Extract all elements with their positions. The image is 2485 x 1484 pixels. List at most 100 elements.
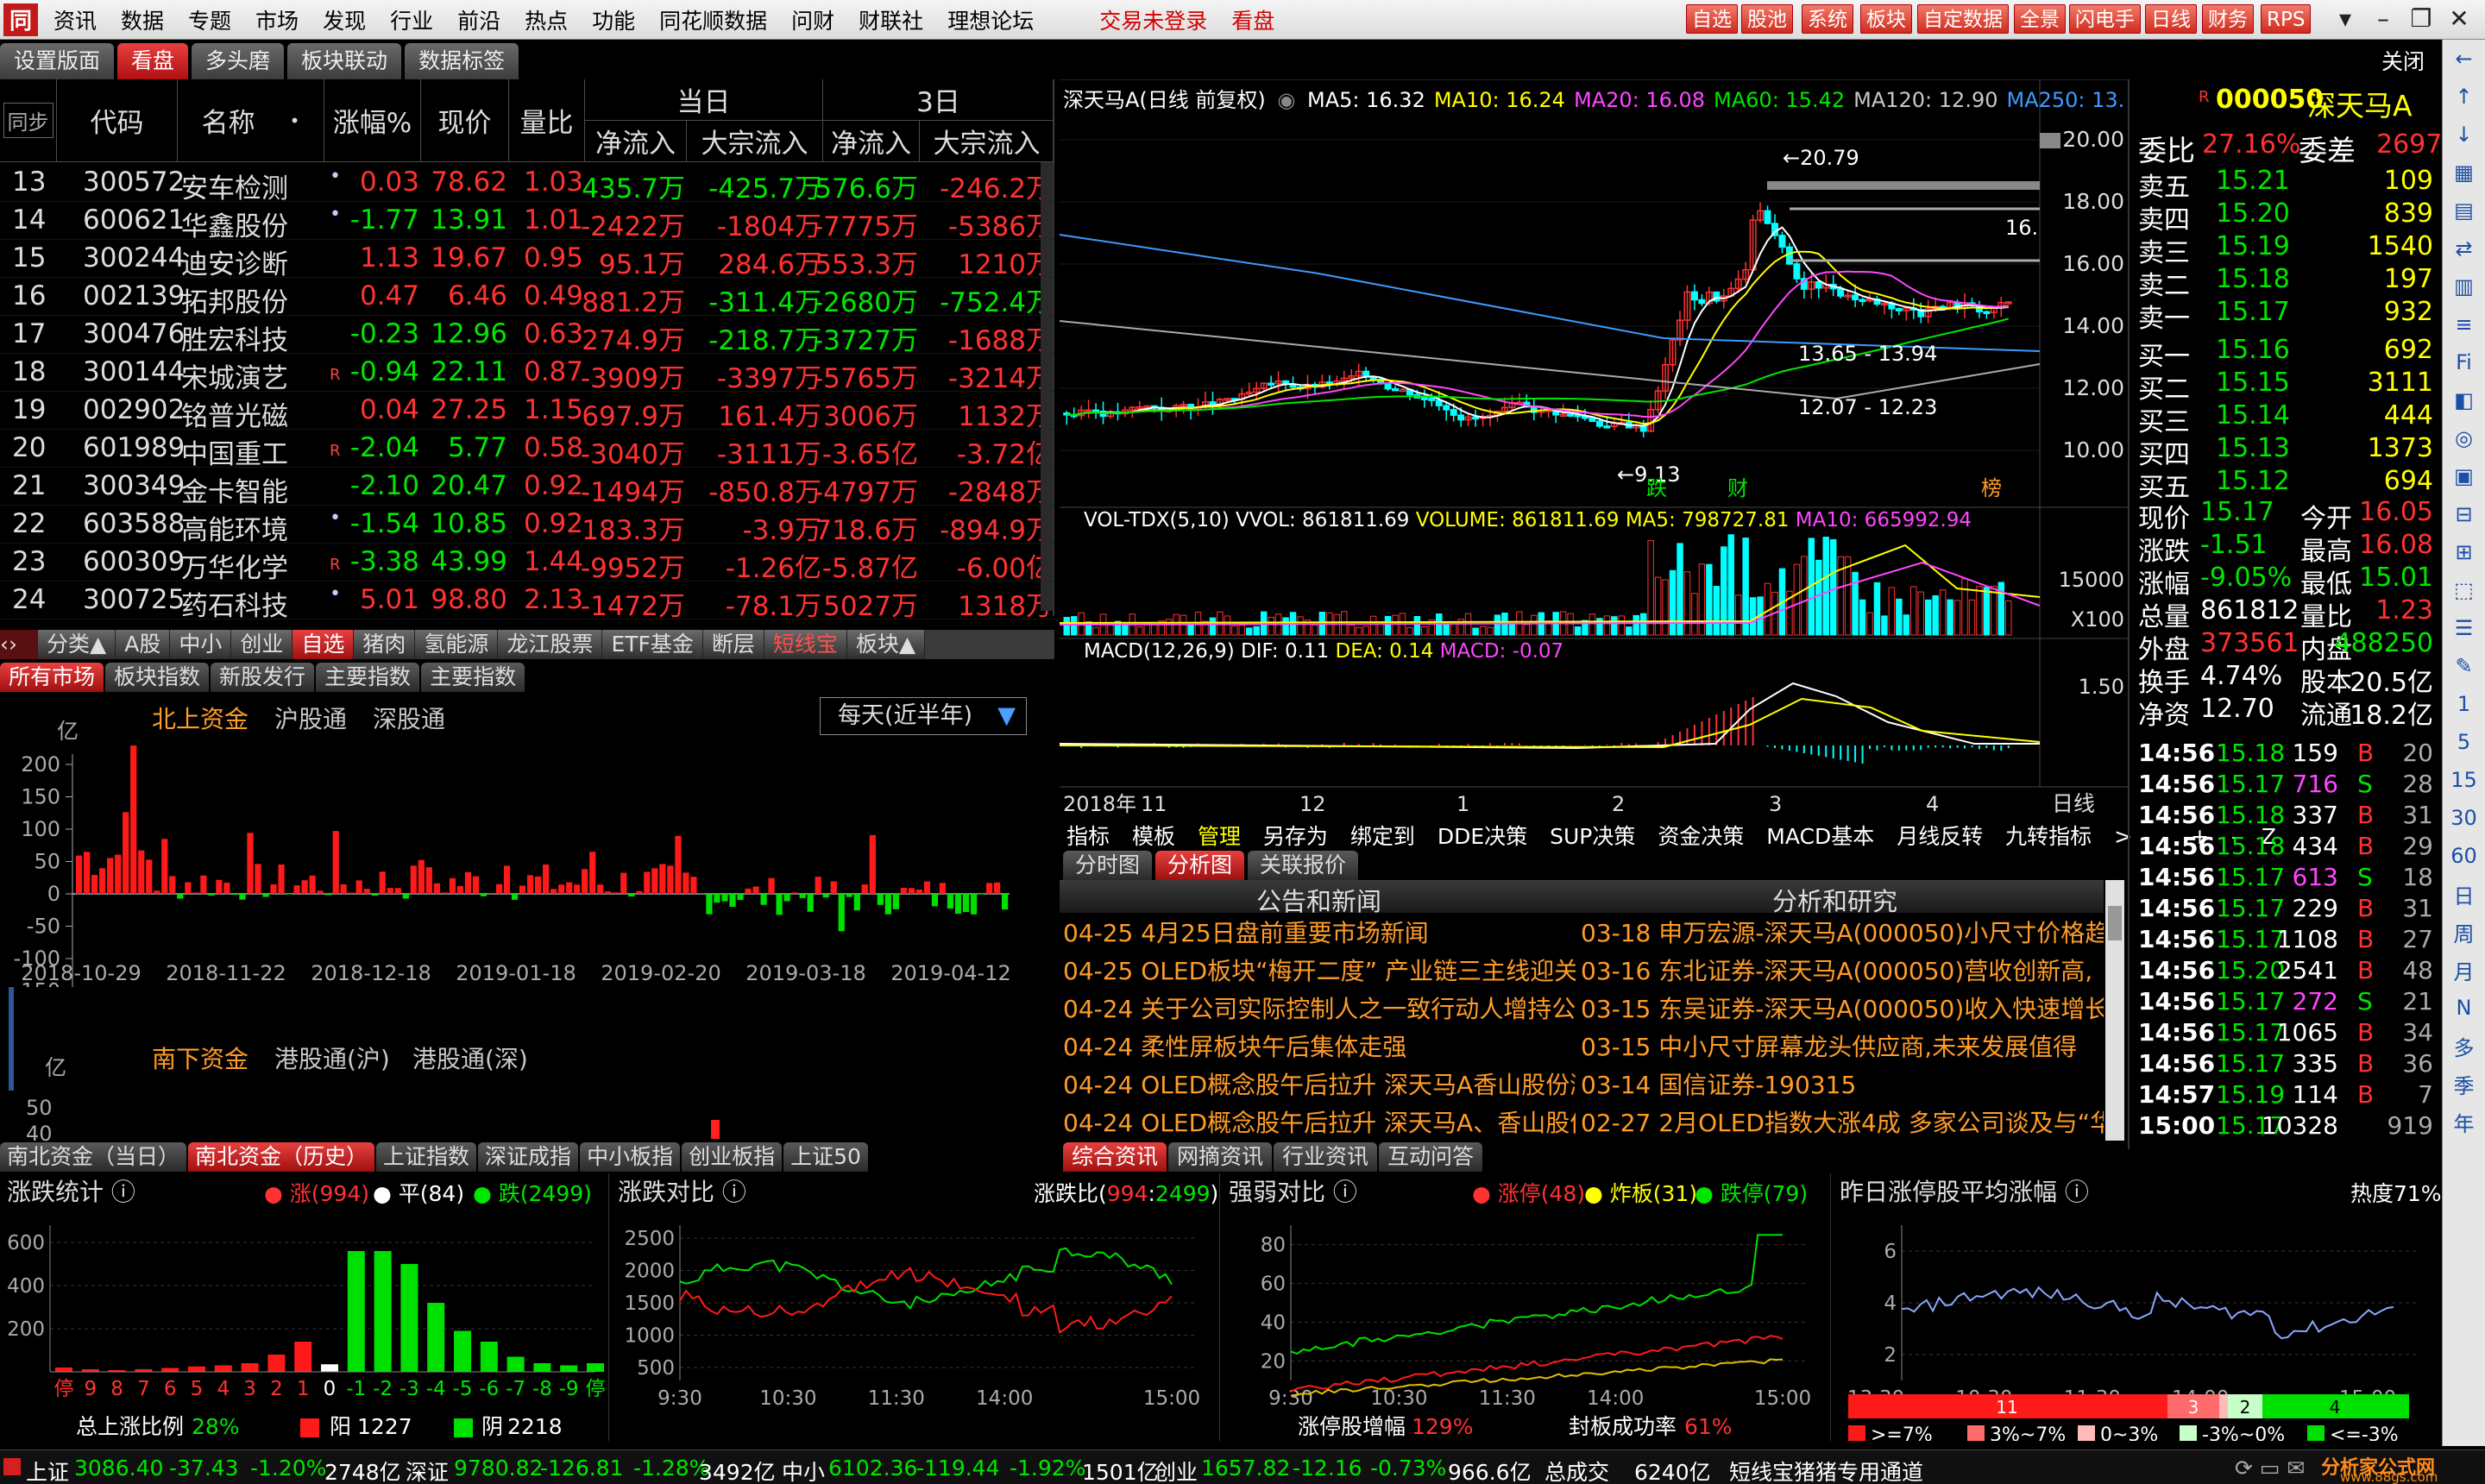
sidebar-tool-icon[interactable]: ⊞ xyxy=(2443,533,2485,571)
category-tab[interactable]: 龙江股票 xyxy=(498,630,603,659)
tool-save-as[interactable]: 另存为 xyxy=(1263,824,1328,849)
tool-dde[interactable]: DDE决策 xyxy=(1438,824,1527,849)
toolbar-button[interactable]: 自定数据 xyxy=(1917,4,2009,34)
news-item[interactable]: 04-24 OLED概念股午后拉升 深天马A、香山股份 xyxy=(1063,1104,1576,1142)
menu-item[interactable]: 热点 xyxy=(525,4,568,35)
nb-tab-north[interactable]: 北上资金 xyxy=(152,701,248,735)
tab-duotou[interactable]: 多头磨 xyxy=(192,43,285,79)
cat-nav-icon[interactable]: ‹› xyxy=(0,630,38,659)
menu-item[interactable]: 问财 xyxy=(791,4,834,35)
sidebar-tool-icon[interactable]: 季 xyxy=(2443,1065,2485,1103)
tab-industry[interactable]: 行业资讯 xyxy=(1274,1142,1378,1172)
sidebar-tool-icon[interactable]: ◎ xyxy=(2443,419,2485,457)
book-price[interactable]: 15.16 xyxy=(2216,335,2290,365)
sidebar-tool-icon[interactable]: ◧ xyxy=(2443,381,2485,419)
channel-name[interactable]: 短线宝猪猪专用通道 xyxy=(1729,1456,1923,1484)
category-tab[interactable]: 中小 xyxy=(170,630,232,659)
tool-macd[interactable]: MACD基本 xyxy=(1766,824,1874,849)
tool-manage[interactable]: 管理 xyxy=(1198,824,1241,849)
nb-tab-sh[interactable]: 沪股通 xyxy=(274,701,347,735)
research-item[interactable]: 03-15 东吴证券-深天马A(000050)收入快速增长 xyxy=(1581,990,2104,1028)
fund-tab[interactable]: 南北资金（历史） xyxy=(188,1142,375,1172)
menu-item[interactable]: 同花顺数据 xyxy=(659,4,767,35)
news-scrollbar[interactable] xyxy=(2105,880,2124,1141)
news-item[interactable]: 04-24 关于公司实际控制人之一致行动人增持公 xyxy=(1063,990,1576,1028)
sidebar-tool-icon[interactable]: 年 xyxy=(2443,1103,2485,1141)
research-item[interactable]: 03-14 国信证券-190315 xyxy=(1581,1066,2104,1104)
table-row[interactable]: 16 002139 拓邦股份 0.47 6.46 0.49 881.2万 -311.4万 -26… xyxy=(0,278,1054,318)
table-row[interactable]: 20 601989 中国重工 R -2.04 5.77 0.58 -3040万 -3111万 -3… xyxy=(0,430,1054,470)
sidebar-tool-icon[interactable]: ≡ xyxy=(2443,305,2485,343)
settings-circle-icon[interactable]: ◉ xyxy=(1277,88,1295,112)
cy-label[interactable]: 创业 xyxy=(1154,1456,1198,1484)
sidebar-tool-icon[interactable]: 周 xyxy=(2443,913,2485,951)
sidebar-tool-icon[interactable]: 15 xyxy=(2443,761,2485,799)
toolbar-button[interactable]: RPS xyxy=(2261,4,2312,34)
tab-web-excerpt[interactable]: 网摘资讯 xyxy=(1168,1142,1273,1172)
sidebar-tool-icon[interactable]: ← xyxy=(2443,40,2485,78)
col-header-bulk[interactable]: 大宗流入 xyxy=(687,121,823,162)
toolbar-button[interactable]: 自选 xyxy=(1686,4,1738,34)
tab-analysis[interactable]: 分析图 xyxy=(1155,851,1245,880)
fund-tab[interactable]: 创业板指 xyxy=(682,1142,783,1172)
news-item[interactable]: 04-24 OLED概念股午后拉升 深天马A香山股份涨 xyxy=(1063,1066,1576,1104)
menu-item[interactable]: 发现 xyxy=(323,4,366,35)
book-price[interactable]: 15.19 xyxy=(2216,231,2290,261)
scroll-thumb[interactable] xyxy=(2108,906,2122,940)
menu-item[interactable]: 专题 xyxy=(188,4,231,35)
toolbar-button[interactable]: 系统 xyxy=(1802,4,1853,34)
menu-item[interactable]: 资讯 xyxy=(53,4,97,35)
research-item[interactable]: 03-16 东北证券-深天马A(000050)营收创新高, xyxy=(1581,953,2104,990)
book-price[interactable]: 15.21 xyxy=(2216,166,2290,196)
category-tab[interactable]: 分类▲ xyxy=(38,630,116,659)
info-icon[interactable]: ⓘ xyxy=(1325,1178,1357,1206)
news-item[interactable]: 04-25 OLED板块“梅开二度” 产业链三主线迎关 xyxy=(1063,953,1576,990)
research-item[interactable]: 03-15 中小尺寸屏幕龙头供应商,未来发展值得 xyxy=(1581,1028,2104,1066)
col-header-pct[interactable]: 涨幅% xyxy=(324,79,421,162)
sidebar-tool-icon[interactable]: 60 xyxy=(2443,837,2485,875)
tab-related-quote[interactable]: 关联报价 xyxy=(1248,851,1359,880)
tab-qa[interactable]: 互动问答 xyxy=(1379,1142,1483,1172)
sidebar-tool-icon[interactable]: ▤ xyxy=(2443,192,2485,230)
tab-sector-link[interactable]: 板块联动 xyxy=(287,43,402,79)
tab-kanpan[interactable]: 看盘 xyxy=(117,43,189,79)
table-row[interactable]: 21 300349 金卡智能 -2.10 20.47 0.92 -1494万 -850.8万 -… xyxy=(0,468,1054,508)
tool-monthly[interactable]: 月线反转 xyxy=(1897,824,1983,849)
book-price[interactable]: 15.15 xyxy=(2216,368,2290,398)
tool-nine-turn[interactable]: 九转指标 xyxy=(2005,824,2092,849)
period-label[interactable]: 日线 xyxy=(2052,791,2095,816)
sb-tab-hk-sz[interactable]: 港股通(深) xyxy=(412,1041,528,1075)
fund-tab[interactable]: 中小板指 xyxy=(580,1142,681,1172)
col-header-code[interactable]: 代码 xyxy=(57,79,178,162)
sidebar-tool-icon[interactable]: ⬚ xyxy=(2443,571,2485,609)
market-filter-tab[interactable]: 主要指数 xyxy=(421,663,525,692)
tool-bind[interactable]: 绑定到 xyxy=(1350,824,1415,849)
tab-data-label[interactable]: 数据标签 xyxy=(405,43,519,79)
menu-item[interactable]: 功能 xyxy=(592,4,635,35)
menu-collapse-icon[interactable]: ▾ xyxy=(2328,3,2362,35)
toolbar-button[interactable]: 股池 xyxy=(1741,4,1793,34)
sidebar-tool-icon[interactable]: ⇄ xyxy=(2443,230,2485,267)
tab-comprehensive[interactable]: 综合资讯 xyxy=(1063,1142,1167,1172)
sidebar-tool-icon[interactable]: 5 xyxy=(2443,723,2485,761)
toolbar-button[interactable]: 闪电手 xyxy=(2069,4,2141,34)
sh-label[interactable]: 上证 xyxy=(26,1456,69,1484)
fund-tab[interactable]: 上证指数 xyxy=(376,1142,477,1172)
category-tab[interactable]: 自选 xyxy=(293,630,355,659)
book-price[interactable]: 15.18 xyxy=(2216,264,2290,294)
category-tab[interactable]: 短线宝 xyxy=(764,630,847,659)
table-row[interactable]: 24 300725 药石科技 • 5.01 98.80 2.13 -1472万 -78.1万 50… xyxy=(0,582,1054,622)
info-icon[interactable]: ⓘ xyxy=(2057,1178,2089,1206)
menu-item[interactable]: 市场 xyxy=(255,4,299,35)
menu-item[interactable]: 前沿 xyxy=(457,4,500,35)
fund-tab[interactable]: 上证50 xyxy=(783,1142,868,1172)
minimize-icon[interactable]: – xyxy=(2366,3,2400,35)
menu-item[interactable]: 行业 xyxy=(390,4,433,35)
grid-scrollbar[interactable] xyxy=(1041,162,1053,611)
toolbar-button[interactable]: 日线 xyxy=(2145,4,2197,34)
category-tab[interactable]: 断层 xyxy=(702,630,764,659)
col-header-name[interactable]: 名称 • xyxy=(178,79,324,162)
news-item[interactable]: 04-24 柔性屏板块午后集体走强 xyxy=(1063,1028,1576,1066)
market-filter-tab[interactable]: 所有市场 xyxy=(0,663,104,692)
table-row[interactable]: 17 300476 胜宏科技 -0.23 12.96 0.63 274.9万 -218.7万 -… xyxy=(0,316,1054,356)
